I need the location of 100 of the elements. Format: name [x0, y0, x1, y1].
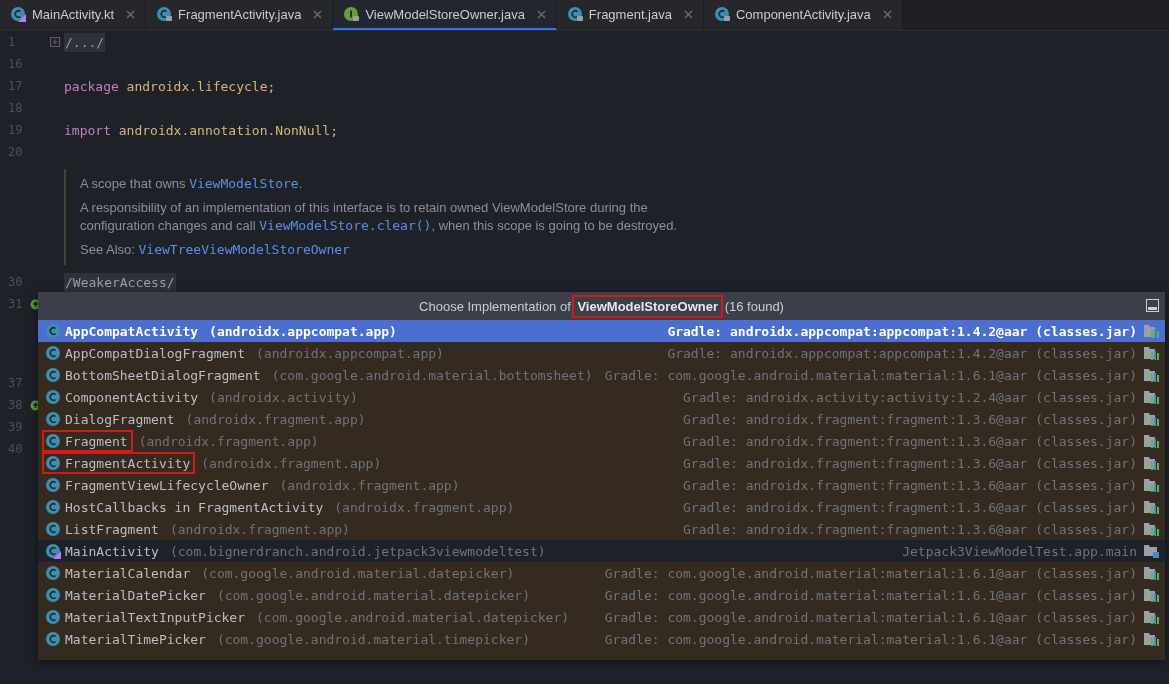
editor-tab[interactable]: ViewModelStoreOwner.java — [333, 0, 557, 30]
class-icon — [566, 6, 583, 22]
implementation-item[interactable]: Fragment (androidx.fragment.app) Gradle: androidx.fragment:fragment:1.3.6@aar (classes.jar) — [38, 430, 1165, 452]
package-name: (com.google.android.material.datepicker) — [256, 609, 570, 625]
minimize-icon[interactable] — [1146, 299, 1159, 312]
class-icon — [45, 609, 61, 625]
interface-icon — [343, 6, 360, 22]
location-text: Gradle: com.google.android.material:material:1.6.1@aar (classes.jar) — [604, 609, 1137, 625]
library-icon — [1143, 346, 1159, 360]
package-name: (com.google.android.material.datepicker) — [216, 587, 530, 603]
class-icon — [45, 323, 61, 339]
library-icon — [1143, 434, 1159, 448]
location-text: Gradle: androidx.activity:activity:1.2.4@aar (classes.jar) — [683, 389, 1137, 405]
class-name: MaterialTimePicker — [65, 631, 206, 647]
library-icon — [1143, 324, 1159, 338]
class-icon — [45, 587, 61, 603]
implementation-item[interactable]: HostCallbacks in FragmentActivity (androidx.fragment.app) Gradle: androidx.fragment:fragment:1.3.6@aar (classes.jar) — [38, 496, 1165, 518]
location-text: Gradle: androidx.fragment:fragment:1.3.6@aar (classes.jar) — [683, 411, 1137, 427]
implementation-item[interactable]: MaterialCalendar (com.google.android.material.datepicker) Gradle: com.google.android.material:material:1.6.1@aar (classes.jar) — [38, 562, 1165, 584]
library-icon — [1143, 368, 1159, 382]
class-icon — [156, 6, 173, 22]
implementation-item[interactable]: AppCompatDialogFragment (androidx.appcompat.app) Gradle: androidx.appcompat:appcompat:1.4.2@aar (classes.jar) — [38, 342, 1165, 364]
class-icon — [45, 521, 61, 537]
implementation-item[interactable]: MaterialTimePicker (com.google.android.material.timepicker) Gradle: com.google.android.material:material:1.6.1@aar (classes.jar) — [38, 628, 1165, 650]
class-icon — [45, 543, 61, 559]
class-icon — [45, 499, 61, 515]
location-text: Gradle: com.google.android.material:material:1.6.1@aar (classes.jar) — [604, 631, 1137, 647]
class-name: ComponentActivity — [65, 389, 199, 405]
implementation-item[interactable]: DialogFragment (androidx.fragment.app) Gradle: androidx.fragment:fragment:1.3.6@aar (classes.jar) — [38, 408, 1165, 430]
class-icon — [45, 367, 61, 383]
implementation-item[interactable]: FragmentViewLifecycleOwner (androidx.fragment.app) Gradle: androidx.fragment:fragment:1.3.6@aar (classes.jar) — [38, 474, 1165, 496]
location-text: Gradle: androidx.fragment:fragment:1.3.6@aar (classes.jar) — [683, 499, 1137, 515]
editor-tab[interactable]: ComponentActivity.java — [703, 0, 903, 30]
editor-tab[interactable]: Fragment.java — [556, 0, 704, 30]
doc-paragraph: A responsibility of an implementation of this interface is to retain owned ViewModelStore during the configuration changes and call ViewModelStore.clear(), when this scope is going to be destroyed. — [80, 199, 679, 235]
class-icon — [45, 389, 61, 405]
package-name: (com.bignerdranch.android.jetpack3viewmodeltest) — [169, 543, 546, 559]
code-line: import androidx.annotation.NonNull; — [64, 122, 338, 138]
package-name: (androidx.fragment.app) — [185, 411, 366, 427]
class-name: MainActivity — [65, 543, 159, 559]
location-text: Gradle: androidx.fragment:fragment:1.3.6@aar (classes.jar) — [683, 455, 1137, 471]
package-name: (androidx.fragment.app) — [334, 499, 515, 515]
library-icon — [1143, 588, 1159, 602]
implementation-item[interactable]: MainActivity (com.bignerdranch.android.jetpack3viewmodeltest) Jetpack3ViewModelTest.app.main — [38, 540, 1165, 562]
doc-paragraph: A scope that owns ViewModelStore. — [80, 175, 304, 193]
fold-icon[interactable] — [50, 37, 60, 47]
doc-paragraph: See Also: ViewTreeViewModelStoreOwner — [80, 241, 351, 259]
implementation-item[interactable]: BottomSheetDialogFragment (com.google.android.material.bottomsheet) Gradle: com.google.android.material:material:1.6.1@aar (classes.jar) — [38, 364, 1165, 386]
class-name: MaterialTextInputPicker — [65, 609, 245, 625]
class-name: HostCallbacks in FragmentActivity — [65, 499, 324, 515]
implementation-item[interactable]: MaterialTextInputPicker (com.google.android.material.datepicker) Gradle: com.google.android.material:material:1.6.1@aar (classes.jar) — [38, 606, 1165, 628]
location-text: Gradle: androidx.fragment:fragment:1.3.6@aar (classes.jar) — [683, 521, 1137, 537]
package-name: (androidx.fragment.app) — [201, 455, 382, 471]
class-icon — [45, 411, 61, 427]
package-name: (androidx.appcompat.app) — [256, 345, 444, 361]
package-name: (androidx.fragment.app) — [138, 433, 319, 449]
implementation-item[interactable]: FragmentActivity (androidx.fragment.app) Gradle: androidx.fragment:fragment:1.3.6@aar (classes.jar) — [38, 452, 1165, 474]
location-text: Gradle: androidx.fragment:fragment:1.3.6@aar (classes.jar) — [683, 477, 1137, 493]
location-text: Gradle: androidx.appcompat:appcompat:1.4.2@aar (classes.jar) — [667, 345, 1137, 361]
library-icon — [1143, 390, 1159, 404]
class-icon — [713, 6, 730, 22]
class-name: Fragment — [65, 433, 128, 449]
package-name: (androidx.fragment.app) — [169, 521, 350, 537]
class-name: AppCompatActivity — [65, 323, 199, 339]
location-text: Jetpack3ViewModelTest.app.main — [902, 543, 1137, 559]
library-icon — [1143, 522, 1159, 536]
doc-link[interactable]: ViewModelStore.clear() — [259, 218, 432, 233]
class-icon — [45, 631, 61, 647]
implementation-item[interactable]: MaterialDatePicker (com.google.android.material.datepicker) Gradle: com.google.android.material:material:1.6.1@aar (classes.jar) — [38, 584, 1165, 606]
class-name: AppCompatDialogFragment — [65, 345, 245, 361]
class-icon — [10, 6, 26, 22]
location-text: Gradle: androidx.fragment:fragment:1.3.6@aar (classes.jar) — [683, 433, 1137, 449]
library-icon — [1143, 566, 1159, 580]
class-icon — [45, 477, 61, 493]
implementation-item[interactable]: AppCompatActivity (androidx.appcompat.app) Gradle: androidx.appcompat:appcompat:1.4.2@aar (classes.jar) — [38, 320, 1165, 342]
package-name: (androidx.fragment.app) — [279, 477, 460, 493]
location-text: Gradle: com.google.android.material:material:1.6.1@aar (classes.jar) — [604, 565, 1137, 581]
doc-link[interactable]: ViewModelStore — [189, 176, 299, 191]
folder-icon — [1143, 544, 1159, 558]
library-icon — [1143, 610, 1159, 624]
editor-tab[interactable]: FragmentActivity.java — [146, 0, 334, 30]
implementation-item[interactable]: ListFragment (androidx.fragment.app) Gradle: androidx.fragment:fragment:1.3.6@aar (classes.jar) — [38, 518, 1165, 540]
code-line: package androidx.lifecycle; — [64, 78, 276, 94]
doc-link[interactable]: ViewTreeViewModelStoreOwner — [138, 242, 350, 257]
library-icon — [1143, 478, 1159, 492]
implementation-item[interactable]: ComponentActivity (androidx.activity) Gradle: androidx.activity:activity:1.2.4@aar (classes.jar) — [38, 386, 1165, 408]
class-icon — [45, 345, 61, 361]
package-name: (com.google.android.material.datepicker) — [201, 565, 515, 581]
location-text: Gradle: com.google.android.material:material:1.6.1@aar (classes.jar) — [604, 587, 1137, 603]
package-name: (androidx.appcompat.app) — [209, 323, 397, 339]
library-icon — [1143, 500, 1159, 514]
class-name: ListFragment — [65, 521, 159, 537]
class-name: MaterialCalendar — [65, 565, 191, 581]
class-name: FragmentViewLifecycleOwner — [65, 477, 269, 493]
package-name: (com.google.android.material.bottomsheet) — [271, 367, 593, 383]
class-icon — [45, 455, 61, 471]
class-name: BottomSheetDialogFragment — [65, 367, 261, 383]
class-name: MaterialDatePicker — [65, 587, 206, 603]
class-name: FragmentActivity — [65, 455, 191, 471]
editor-tab[interactable]: MainActivity.kt — [0, 0, 147, 30]
